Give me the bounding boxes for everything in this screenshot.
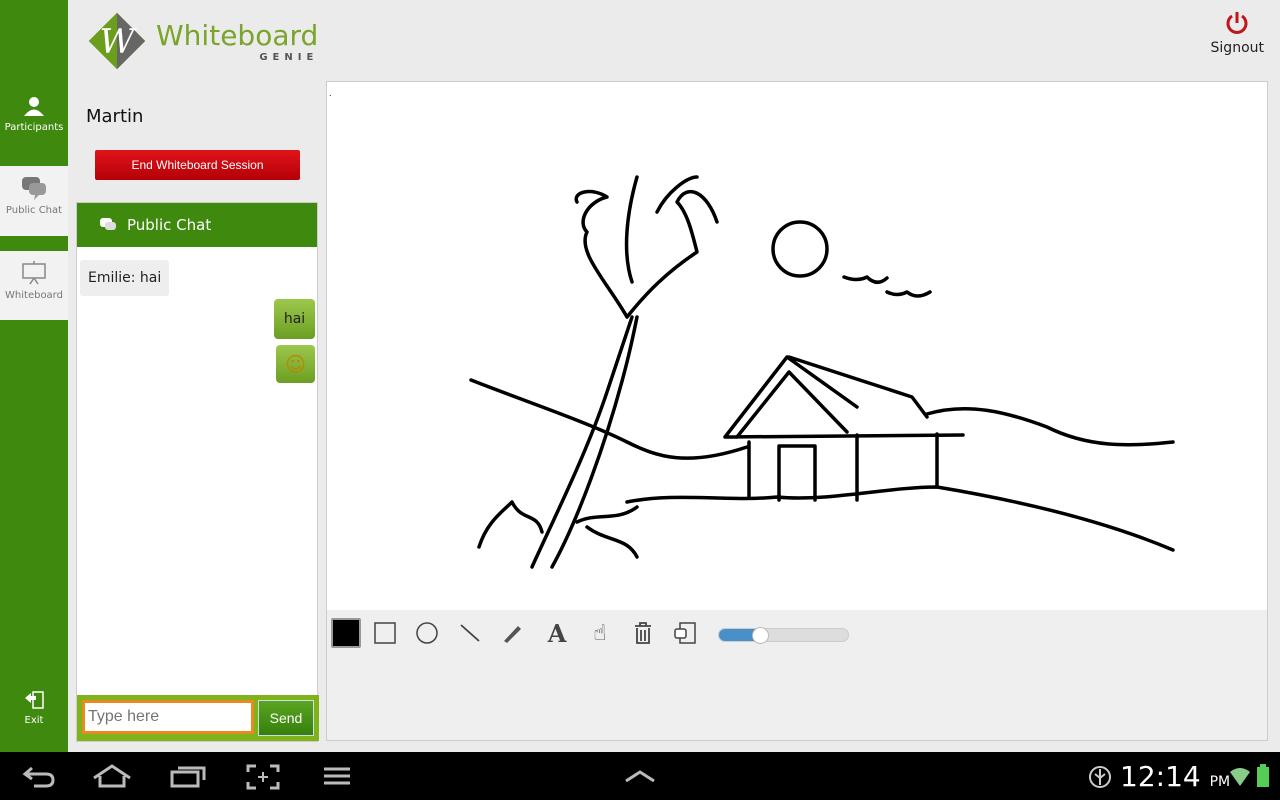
- logo-text: Whiteboard: [156, 19, 319, 52]
- recent-apps-icon[interactable]: [170, 764, 206, 792]
- system-bar: 12:14 PM: [0, 752, 1280, 800]
- logo-mark-icon: W: [88, 12, 146, 70]
- signout-label: Signout: [1210, 40, 1264, 56]
- session-panel: Martin End Whiteboard Session Public Cha…: [76, 82, 320, 742]
- side-nav: Participants Public Chat Whiteboard Exit: [0, 0, 68, 752]
- chat-title: Public Chat: [127, 216, 212, 234]
- chat-bubbles-icon: [100, 218, 116, 230]
- clock: 12:14 PM: [1120, 760, 1230, 793]
- clock-time: 12:14: [1120, 760, 1201, 793]
- svg-text:W: W: [100, 22, 138, 62]
- user-name: Martin: [86, 106, 144, 127]
- screenshot-icon[interactable]: [246, 764, 280, 794]
- line-tool-icon[interactable]: [455, 618, 485, 648]
- rectangle-tool-icon[interactable]: [370, 618, 400, 648]
- stroke-width-slider[interactable]: [718, 627, 849, 644]
- drawing-toolbar: A ☝: [327, 610, 1267, 740]
- exit-icon: [25, 691, 44, 709]
- wifi-icon: [1228, 764, 1252, 792]
- smiley-icon: ☺: [276, 345, 315, 383]
- public-chat-panel: Public Chat Emilie: hai hai ☺ Send: [76, 202, 319, 742]
- chat-message-mine: hai: [274, 299, 315, 339]
- chat-input[interactable]: [82, 700, 254, 734]
- copy-icon[interactable]: [670, 618, 700, 648]
- svg-text:.: .: [329, 89, 332, 98]
- usb-debug-icon: [1088, 765, 1112, 793]
- chevron-up-icon[interactable]: [624, 768, 656, 787]
- logo-subtext: GENIE: [259, 52, 319, 63]
- chat-input-bar: Send: [77, 695, 319, 741]
- battery-icon: [1256, 764, 1270, 792]
- circle-tool-icon[interactable]: [412, 618, 442, 648]
- end-session-button[interactable]: End Whiteboard Session: [95, 150, 300, 180]
- chat-bubbles-icon: [22, 177, 46, 200]
- nav-participants[interactable]: Participants: [0, 85, 68, 165]
- chat-message: Emilie: hai: [80, 260, 170, 296]
- person-icon: [24, 97, 44, 116]
- signout-button[interactable]: Signout: [1211, 10, 1264, 56]
- nav-whiteboard[interactable]: Whiteboard: [0, 251, 68, 320]
- nav-label: Whiteboard: [5, 290, 63, 301]
- trash-icon[interactable]: [628, 618, 658, 648]
- logo: W Whiteboard GENIE: [84, 8, 318, 74]
- power-icon: [1226, 12, 1248, 34]
- home-icon[interactable]: [92, 764, 132, 792]
- drawing: .: [329, 89, 1175, 569]
- text-tool-icon[interactable]: A: [542, 618, 572, 648]
- nav-exit[interactable]: Exit: [0, 690, 68, 730]
- nav-label: Participants: [4, 122, 64, 133]
- nav-public-chat[interactable]: Public Chat: [0, 166, 68, 236]
- whiteboard-canvas[interactable]: . A ☝: [326, 81, 1268, 741]
- hand-tool-icon[interactable]: ☝: [585, 618, 615, 648]
- back-icon[interactable]: [22, 764, 56, 792]
- chat-header: Public Chat: [77, 203, 317, 247]
- menu-icon[interactable]: [322, 764, 352, 792]
- pencil-tool-icon[interactable]: [497, 618, 527, 648]
- color-picker-button[interactable]: [331, 618, 361, 648]
- nav-label: Exit: [24, 715, 44, 726]
- nav-label: Public Chat: [5, 205, 63, 216]
- send-button[interactable]: Send: [258, 700, 314, 736]
- easel-icon: [22, 261, 46, 285]
